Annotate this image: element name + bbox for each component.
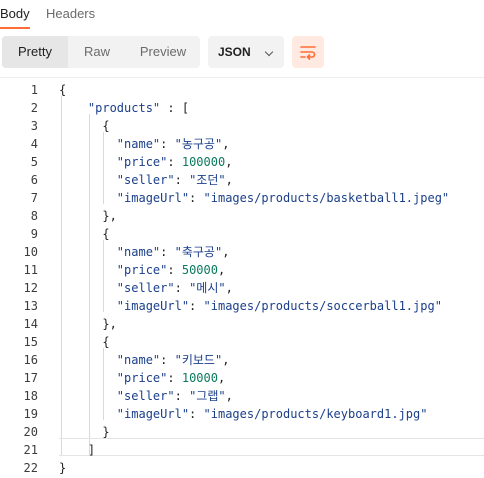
code-line: 21 ] (0, 441, 484, 459)
code-text: "seller": "조던", (116, 173, 233, 187)
code-line: 16 "name": "키보드", (0, 351, 484, 369)
code-text: { (59, 119, 110, 133)
response-body-editor[interactable]: 1{2 "products" : [3 {4 "name": "농구공", 5 "… (0, 77, 484, 478)
code-line: 8 }, (0, 207, 484, 225)
chevron-down-icon (264, 47, 274, 57)
code-text: "price": 50000, (116, 263, 226, 277)
response-tabs: Body Headers (0, 0, 484, 30)
code-line: 7 "imageUrl": "images/products/basketbal… (0, 189, 484, 207)
tab-body[interactable]: Body (0, 6, 30, 22)
line-number: 21 (23, 443, 38, 457)
code-line: 20 } (0, 423, 484, 441)
code-text: "products" : [ (87, 101, 190, 115)
code-text: }, (59, 317, 117, 331)
line-number: 4 (30, 137, 38, 151)
line-number: 8 (30, 209, 38, 223)
code-line: 5 "price": 100000, (0, 153, 484, 171)
active-tab-indicator (0, 27, 30, 29)
line-number: 6 (30, 173, 38, 187)
code-text: }, (59, 209, 117, 223)
line-number: 1 (30, 83, 38, 97)
line-number: 22 (23, 461, 38, 475)
code-text: } (59, 425, 110, 439)
code-text: "imageUrl": "images/products/soccerball1… (116, 299, 442, 313)
code-text: "seller": "그랩", (116, 389, 233, 403)
line-number: 14 (23, 317, 38, 331)
line-number: 5 (30, 155, 38, 169)
line-number: 10 (23, 245, 38, 259)
response-toolbar: Pretty Raw Preview JSON (0, 36, 484, 68)
code-line: 13 "imageUrl": "images/products/soccerba… (0, 297, 484, 315)
code-line: 4 "name": "농구공", (0, 135, 484, 153)
line-number: 18 (23, 389, 38, 403)
format-dropdown[interactable]: JSON (208, 36, 284, 68)
code-line: 10 "name": "축구공", (0, 243, 484, 261)
view-mode-segmented-control: Pretty Raw Preview (2, 36, 200, 68)
line-number: 17 (23, 371, 38, 385)
code-line: 12 "seller": "메시", (0, 279, 484, 297)
line-number: 7 (30, 191, 38, 205)
code-text: } (59, 461, 67, 475)
line-number: 12 (23, 281, 38, 295)
code-text: "seller": "메시", (116, 281, 233, 295)
code-line: 6 "seller": "조던", (0, 171, 484, 189)
code-line: 19 "imageUrl": "images/products/keyboard… (0, 405, 484, 423)
code-text: { (59, 227, 110, 241)
code-line: 3 { (0, 117, 484, 135)
code-text: "name": "축구공", (116, 245, 230, 259)
line-number: 2 (30, 101, 38, 115)
line-number: 15 (23, 335, 38, 349)
code-text: { (59, 83, 67, 97)
pretty-button[interactable]: Pretty (2, 36, 68, 68)
code-line: 22} (0, 459, 484, 477)
format-dropdown-value: JSON (218, 45, 251, 59)
line-number: 13 (23, 299, 38, 313)
code-text: "name": "키보드", (116, 353, 230, 367)
wrap-lines-icon (300, 46, 316, 60)
line-number: 3 (30, 119, 38, 133)
code-line: 11 "price": 50000, (0, 261, 484, 279)
code-text: "name": "농구공", (116, 137, 230, 151)
line-number: 9 (30, 227, 38, 241)
code-text: ] (59, 443, 96, 457)
code-text: "price": 10000, (116, 371, 226, 385)
code-line: 18 "seller": "그랩", (0, 387, 484, 405)
code-line: 9 { (0, 225, 484, 243)
code-text: "imageUrl": "images/products/keyboard1.j… (116, 407, 428, 421)
code-line: 17 "price": 10000, (0, 369, 484, 387)
raw-button[interactable]: Raw (68, 36, 126, 68)
code-text: "price": 100000, (116, 155, 233, 169)
preview-button[interactable]: Preview (126, 36, 200, 68)
code-text: "imageUrl": "images/products/basketball1… (116, 191, 450, 205)
code-line: 1{ (0, 81, 484, 99)
line-number: 19 (23, 407, 38, 421)
code-line: 14 }, (0, 315, 484, 333)
code-text: { (59, 335, 110, 349)
code-line: 15 { (0, 333, 484, 351)
tab-headers[interactable]: Headers (46, 6, 95, 22)
wrap-lines-button[interactable] (292, 36, 324, 68)
line-number: 20 (23, 425, 38, 439)
line-number: 11 (23, 263, 38, 277)
code-line: 2 "products" : [ (0, 99, 484, 117)
line-number: 16 (23, 353, 38, 367)
